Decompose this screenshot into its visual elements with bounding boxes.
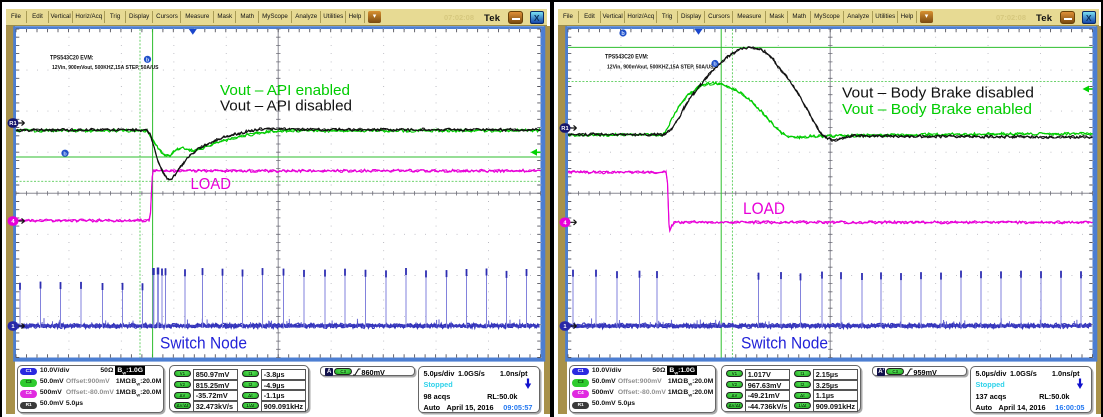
svg-text:TPS543C20 EVM:: TPS543C20 EVM: [605,54,649,61]
svg-text:Switch Node: Switch Node [741,335,828,353]
svg-text:TPS543C20 EVM:: TPS543C20 EVM: [50,55,94,62]
svg-text:12Vin, 900mVout, 500KHZ,15A ST: 12Vin, 900mVout, 500KHZ,15A STEP, 50A/US [607,65,714,71]
svg-text:12Vin, 900mVout, 500KHZ,15A ST: 12Vin, 900mVout, 500KHZ,15A STEP, 50A/US [52,65,159,71]
svg-text:R1: R1 [9,121,17,127]
svg-text:Vout – Body Brake enabled: Vout – Body Brake enabled [842,101,1032,118]
svg-text:Vout – API enabled: Vout – API enabled [220,82,350,99]
svg-text:LOAD: LOAD [743,200,785,218]
svg-text:R1: R1 [561,126,569,132]
svg-text:Switch Node: Switch Node [160,335,247,353]
svg-text:Vout – API disabled: Vout – API disabled [220,98,352,115]
svg-text:Vout – Body Brake disabled: Vout – Body Brake disabled [842,85,1034,102]
svg-text:LOAD: LOAD [191,176,232,193]
